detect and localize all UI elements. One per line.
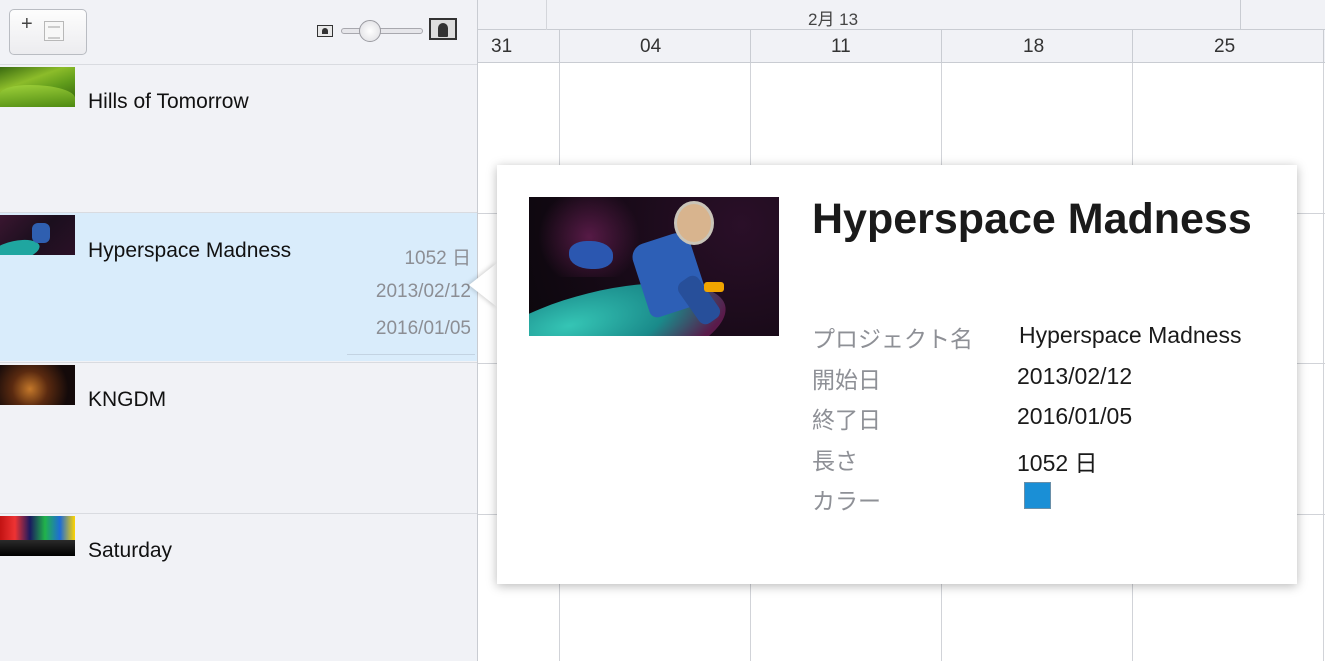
project-name: Saturday [88, 539, 173, 562]
header-divider [1240, 0, 1241, 30]
thumbnail-size-slider[interactable] [341, 20, 423, 42]
week-divider [750, 30, 751, 63]
project-cover-image [529, 197, 779, 336]
week-label: 11 [831, 36, 851, 57]
project-name: Hyperspace Madness [88, 239, 292, 262]
project-end-date: 2016/01/05 [375, 318, 471, 339]
week-divider [1132, 30, 1133, 63]
sidebar-toolbar: + [0, 0, 477, 64]
end-date-label: 終了日 [812, 407, 881, 433]
week-label: 04 [640, 36, 662, 57]
start-date-value: 2013/02/12 [1017, 363, 1133, 389]
week-label: 25 [1214, 36, 1236, 57]
length-label: 長さ [812, 448, 858, 474]
slider-thumb[interactable] [359, 20, 381, 42]
length-value: 1052 日 [1017, 450, 1098, 476]
project-name-label: プロジェクト名 [812, 326, 973, 352]
project-length: 1052 日 [404, 248, 471, 269]
grid-line [1323, 63, 1324, 661]
thumbnail-large-icon [429, 18, 457, 40]
week-divider [1323, 30, 1324, 63]
project-row-saturday[interactable]: Saturday [0, 513, 477, 661]
week-label: 18 [1023, 36, 1045, 57]
project-row-hyperspace-madness[interactable]: Hyperspace Madness 1052 日 2013/02/12 201… [0, 212, 477, 361]
popover-arrow [469, 263, 497, 307]
project-info-popover: Hyperspace Madness プロジェクト名 Hyperspace Ma… [497, 165, 1297, 584]
row-divider [347, 354, 475, 355]
month-header: 2月 13 [478, 0, 1325, 30]
document-icon [44, 21, 64, 41]
end-date-value: 2016/01/05 [1017, 403, 1133, 429]
thumbnail-small-icon [317, 25, 333, 37]
color-swatch[interactable] [1024, 482, 1051, 509]
project-name-value: Hyperspace Madness [1019, 322, 1242, 348]
project-row-hills-of-tomorrow[interactable]: Hills of Tomorrow [0, 64, 477, 213]
add-project-button[interactable]: + [9, 9, 87, 55]
week-divider [941, 30, 942, 63]
slider-track[interactable] [341, 28, 423, 34]
start-date-label: 開始日 [812, 367, 881, 393]
project-thumbnail [0, 215, 75, 255]
project-sidebar: + Hills of Tomorrow Hyperspace Madness 1… [0, 0, 478, 661]
project-start-date: 2013/02/12 [375, 281, 471, 302]
header-divider [546, 0, 547, 30]
project-name: Hills of Tomorrow [88, 90, 249, 113]
month-label: 2月 13 [808, 10, 859, 29]
plus-icon: + [21, 13, 33, 35]
week-label: 31 [491, 36, 513, 57]
project-thumbnail [0, 365, 75, 405]
project-name: KNGDM [88, 388, 167, 411]
week-header: 31 04 11 18 25 [478, 30, 1325, 63]
project-thumbnail [0, 67, 75, 107]
color-label: カラー [812, 488, 881, 514]
project-thumbnail [0, 516, 75, 556]
popover-title: Hyperspace Madness [812, 195, 1252, 243]
project-row-kngdm[interactable]: KNGDM [0, 362, 477, 511]
week-divider [559, 30, 560, 63]
